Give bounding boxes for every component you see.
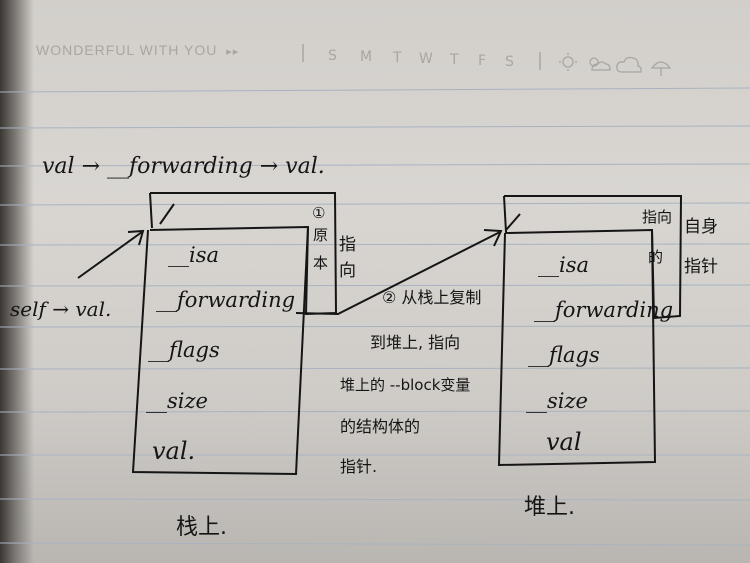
stack-struct-box [131,192,338,476]
middle-note-line-3: 堆上的 --block变量 [340,376,470,394]
day-wed: W [419,51,433,67]
umbrella-icon [650,61,672,76]
heap-pointer-note-3: 的 [648,248,663,266]
heap-field-size: __size [526,389,588,413]
stack-field-isa: __isa [168,243,219,267]
notebook-page: WONDERFUL WITH YOU ▸▸ S M T W T F S val … [0,0,750,563]
middle-note: ② 从栈上复制 到堆上, 指向 堆上的 --block变量 的结构体的 指针. [340,288,481,476]
top-note: val → __forwarding → val. [42,154,325,179]
cloud-icon [616,56,642,73]
heap-field-forwarding: __forwarding [534,298,673,322]
stack-pointer-note-b: 向 [339,261,356,281]
stack-caption: 栈上. [176,515,227,540]
heap-field-flags: __flags [528,343,600,367]
heap-pointer-note-1: 指向 [642,208,672,226]
self-label: self → val. [10,297,111,321]
day-thu: T [449,52,459,68]
sun-icon [559,53,577,71]
day-fri: F [478,53,486,69]
partly-cloudy-icon [589,57,611,71]
stack-field-val: val. [152,437,195,465]
self-pointer-arrow [77,229,145,279]
middle-note-line-5: 指针. [340,457,377,476]
stack-fields: __isa __forwarding __flags __size val. [146,243,295,465]
heap-field-isa: __isa [538,253,589,277]
stack-note-a: 原 [313,226,328,244]
middle-note-line-2: 到堆上, 指向 [370,333,460,352]
stack-field-flags: __flags [148,338,220,362]
stack-pointer-note-a: 指 [339,235,356,255]
middle-note-line-4: 的结构体的 [340,417,420,436]
day-sun: S [328,48,337,64]
heap-caption: 堆上. [524,495,575,520]
heap-fields: __isa __forwarding __flags __size val [526,253,673,456]
stack-note-num: ① [312,204,325,222]
diagram-canvas: S M T W T F S val → __forwarding → val. … [0,44,750,546]
day-sat: S [505,54,514,70]
day-tue: T [392,50,402,66]
stack-note-b: 本 [313,254,328,272]
heap-pointer-note-4: 指针 [684,257,718,277]
heap-field-val: val [546,428,582,456]
middle-note-line-1: ② 从栈上复制 [382,288,481,307]
heap-struct-box [497,195,683,467]
day-mon: M [360,49,372,65]
heap-pointer-note-2: 自身 [684,217,718,237]
stack-field-size: __size [146,389,208,413]
stack-field-forwarding: __forwarding [156,288,295,312]
